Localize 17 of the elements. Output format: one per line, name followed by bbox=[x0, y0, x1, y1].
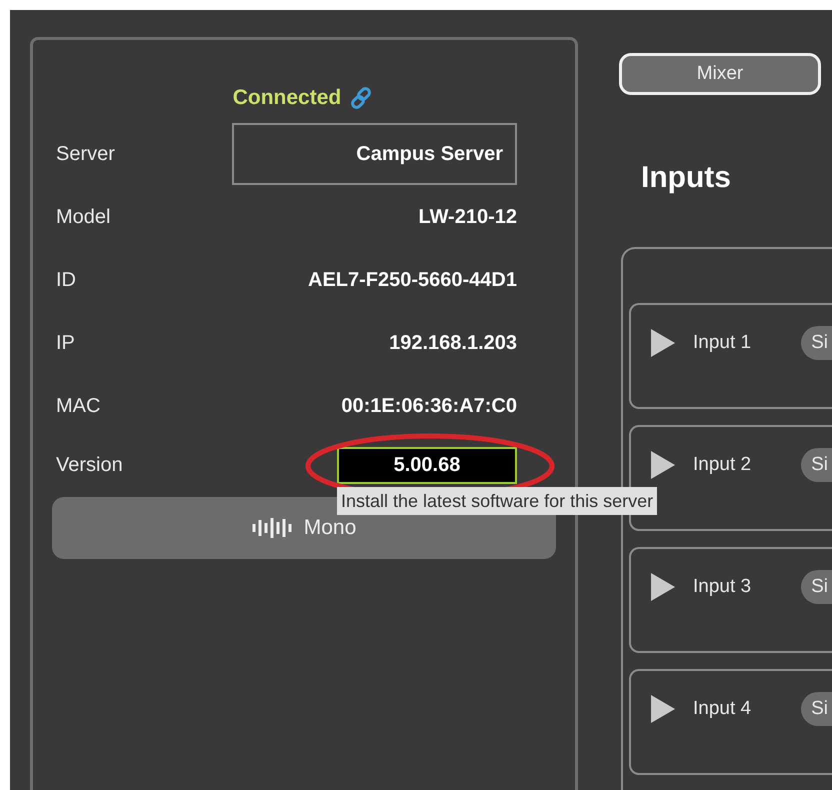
field-value: 192.168.1.203 bbox=[389, 330, 517, 356]
tooltip: Install the latest software for this server bbox=[337, 486, 658, 514]
input-name: Input 4 bbox=[693, 697, 752, 721]
field-label: Version bbox=[56, 453, 123, 478]
field-value: AEL7-F250-5660-44D1 bbox=[308, 268, 517, 292]
field-label: IP bbox=[56, 330, 75, 356]
field-label: MAC bbox=[56, 394, 100, 418]
field-value: LW-210-12 bbox=[418, 204, 517, 230]
input-name: Input 3 bbox=[693, 575, 752, 599]
field-label: Server bbox=[56, 142, 115, 166]
field-label: Model bbox=[56, 204, 110, 230]
field-label: ID bbox=[56, 268, 76, 292]
connection-status: Connected bbox=[232, 85, 342, 112]
field-value: 00:1E:06:36:A7:C0 bbox=[341, 394, 517, 418]
section-heading: Inputs bbox=[641, 160, 731, 196]
input-name: Input 1 bbox=[693, 331, 752, 355]
input-name: Input 2 bbox=[693, 453, 752, 477]
